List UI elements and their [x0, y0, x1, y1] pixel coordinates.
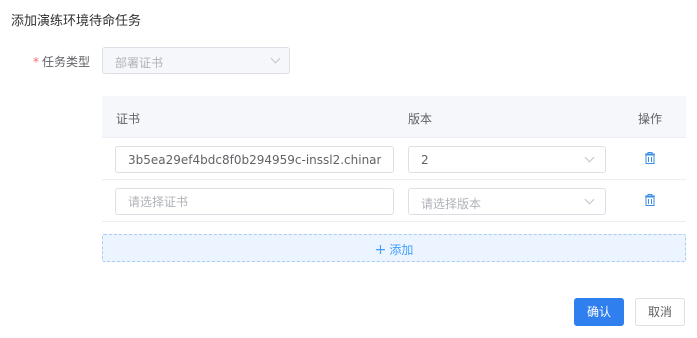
add-row-button[interactable]: + 添加 [102, 234, 686, 262]
task-type-value: 部署证书 [115, 56, 164, 70]
chevron-down-icon [270, 53, 281, 64]
header-cert: 证书 [116, 112, 141, 126]
chevron-down-icon [584, 152, 595, 163]
version-value: 2 [421, 153, 429, 167]
version-select[interactable]: 请选择版本 [408, 188, 606, 215]
add-row-label: 添加 [389, 243, 414, 257]
confirm-button[interactable]: 确认 [574, 298, 624, 326]
cert-input[interactable] [116, 189, 393, 214]
table-row: 请选择版本 [102, 180, 686, 222]
cert-table: 证书 版本 操作 2 请选择版 [102, 96, 686, 222]
plus-icon: + [374, 242, 387, 258]
dialog-title: 添加演练环境待命任务 [11, 14, 142, 29]
task-type-label-wrap: * 任务类型 [20, 53, 90, 70]
trash-icon[interactable] [643, 151, 657, 165]
table-header: 证书 版本 操作 [102, 96, 686, 138]
cert-input-wrap [115, 188, 394, 215]
version-placeholder: 请选择版本 [421, 197, 482, 211]
version-select[interactable]: 2 [408, 146, 606, 173]
table-row: 2 [102, 138, 686, 180]
header-action: 操作 [638, 112, 663, 126]
trash-icon[interactable] [643, 193, 657, 207]
chevron-down-icon [584, 194, 595, 205]
add-row-content: + 添加 [103, 241, 685, 258]
task-type-label: 任务类型 [41, 55, 90, 69]
task-type-row: * 任务类型 部署证书 [0, 47, 697, 74]
required-mark: * [32, 55, 39, 69]
cancel-button[interactable]: 取消 [635, 298, 685, 326]
header-version: 版本 [408, 112, 433, 126]
cert-input-wrap [115, 146, 394, 173]
task-type-select[interactable]: 部署证书 [102, 47, 290, 74]
cert-input[interactable] [116, 147, 393, 172]
